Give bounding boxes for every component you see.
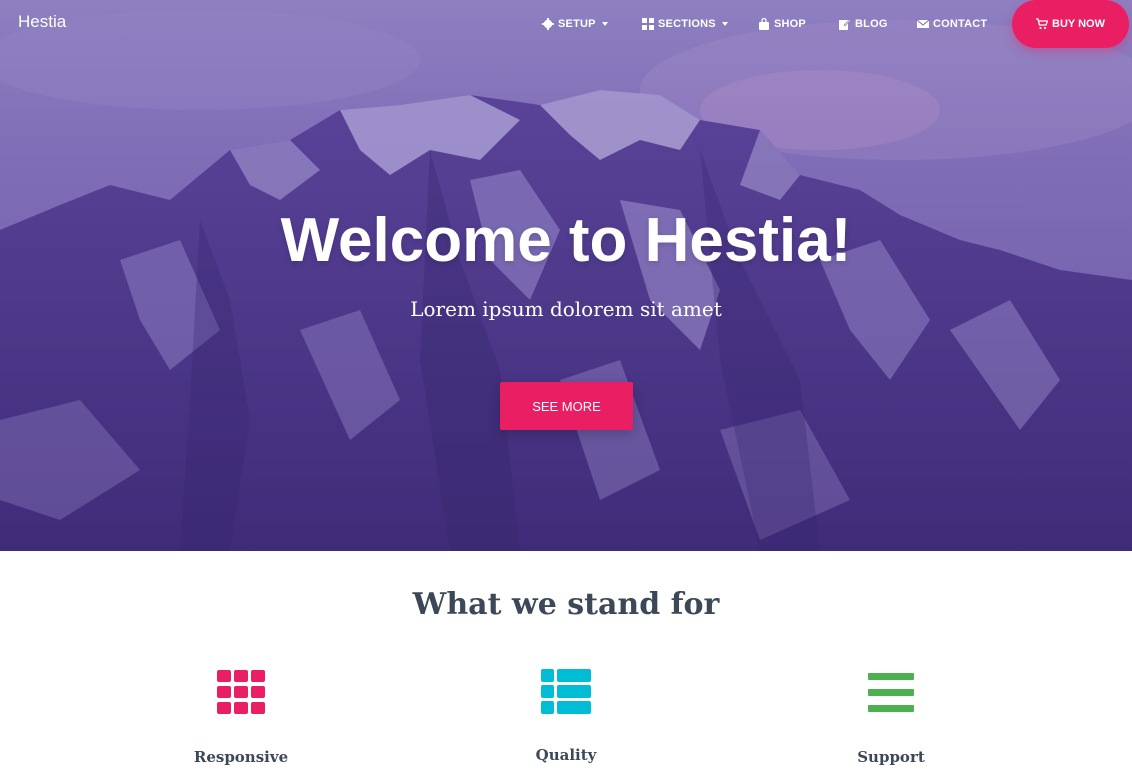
- nav-contact-label: CONTACT: [933, 18, 988, 30]
- feature-quality: Quality: [466, 669, 666, 764]
- feature-label: Responsive: [193, 748, 289, 766]
- hero-title: Welcome to Hestia!: [280, 206, 852, 275]
- nav-setup[interactable]: SETUP: [542, 16, 608, 32]
- list-icon: [541, 669, 591, 714]
- nav-shop-label: SHOP: [774, 18, 806, 30]
- nav-blog-label: BLOG: [855, 18, 888, 30]
- buy-now-button[interactable]: BUY NOW: [1012, 0, 1129, 48]
- grid-icon: [642, 18, 654, 30]
- feature-responsive: Responsive: [141, 670, 341, 766]
- grid-icon: [217, 670, 265, 714]
- nav-contact[interactable]: CONTACT: [917, 16, 987, 32]
- gear-icon: [542, 18, 554, 30]
- feature-label: Quality: [535, 746, 597, 764]
- cart-icon: [1036, 18, 1049, 30]
- feature-support: Support: [791, 673, 991, 766]
- buy-now-label: BUY NOW: [1052, 18, 1105, 30]
- hero-subtitle: Lorem ipsum dolorem sit amet: [410, 297, 722, 321]
- nav-shop[interactable]: SHOP: [758, 16, 806, 32]
- nav-setup-label: SETUP: [558, 18, 596, 30]
- see-more-button[interactable]: SEE MORE: [500, 382, 633, 430]
- nav-blog[interactable]: BLOG: [839, 16, 888, 32]
- nav-sections[interactable]: SECTIONS: [642, 16, 728, 32]
- chevron-down-icon: [601, 22, 608, 26]
- brand-logo[interactable]: Hestia: [18, 12, 66, 32]
- edit-icon: [839, 18, 851, 30]
- chevron-down-icon: [721, 22, 728, 26]
- feature-label: Support: [857, 748, 925, 766]
- features-title: What we stand for: [412, 587, 720, 622]
- nav-sections-label: SECTIONS: [658, 18, 716, 30]
- envelope-icon: [917, 19, 929, 28]
- shopping-bag-icon: [759, 18, 769, 30]
- hero-section: Hestia SETUP SECTIONS SHOP BLOG CONTACT …: [0, 0, 1132, 551]
- bars-icon: [868, 673, 914, 712]
